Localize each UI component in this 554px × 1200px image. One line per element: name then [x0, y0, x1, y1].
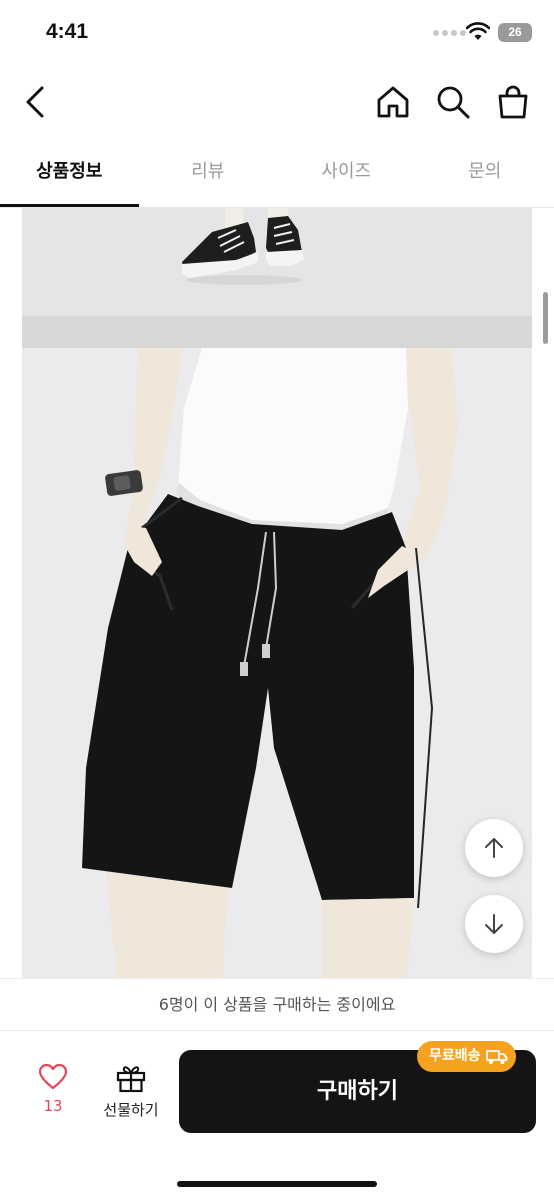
tab-inquiry[interactable]: 문의: [416, 140, 554, 207]
battery-indicator: 26: [498, 23, 532, 42]
top-navigation-bar: [0, 64, 554, 140]
product-photo-shorts: [22, 348, 532, 978]
cellular-signal-icon: [433, 30, 466, 36]
tab-product-info[interactable]: 상품정보: [0, 140, 139, 207]
product-detail-content[interactable]: [0, 208, 554, 978]
free-shipping-label: 무료배송: [429, 1048, 481, 1064]
arrow-up-icon: [485, 838, 503, 858]
status-bar: 4:41 26: [0, 0, 554, 64]
tab-size[interactable]: 사이즈: [277, 140, 416, 207]
scroll-to-top-button[interactable]: [465, 819, 523, 877]
tab-reviews[interactable]: 리뷰: [139, 140, 278, 207]
like-button[interactable]: 13: [28, 1063, 78, 1127]
search-icon[interactable]: [433, 82, 473, 122]
gift-icon: [116, 1066, 146, 1093]
home-icon[interactable]: [373, 82, 413, 122]
free-shipping-badge: 무료배송: [417, 1041, 516, 1072]
like-count: 13: [43, 1097, 63, 1115]
status-time: 4:41: [46, 20, 89, 43]
scroll-to-bottom-button[interactable]: [465, 895, 523, 953]
shopping-bag-icon[interactable]: [493, 82, 533, 122]
back-icon[interactable]: [18, 82, 54, 122]
image-divider: [22, 316, 532, 348]
home-indicator: [177, 1181, 377, 1187]
gift-label: 선물하기: [103, 1101, 159, 1119]
gift-button[interactable]: 선물하기: [96, 1063, 166, 1127]
product-tabs: 상품정보 리뷰 사이즈 문의: [0, 140, 554, 208]
delivery-truck-icon: [485, 1049, 507, 1064]
purchasing-now-notice: 6명이 이 상품을 구매하는 중이에요: [0, 978, 554, 1030]
heart-icon: [38, 1063, 68, 1090]
product-photo-sneakers: [22, 208, 532, 316]
arrow-down-icon: [485, 914, 503, 934]
scrollbar-thumb[interactable]: [543, 292, 548, 344]
wifi-icon: [466, 22, 490, 40]
bottom-action-bar: 13 선물하기 구매하기 무료배송: [0, 1030, 554, 1200]
